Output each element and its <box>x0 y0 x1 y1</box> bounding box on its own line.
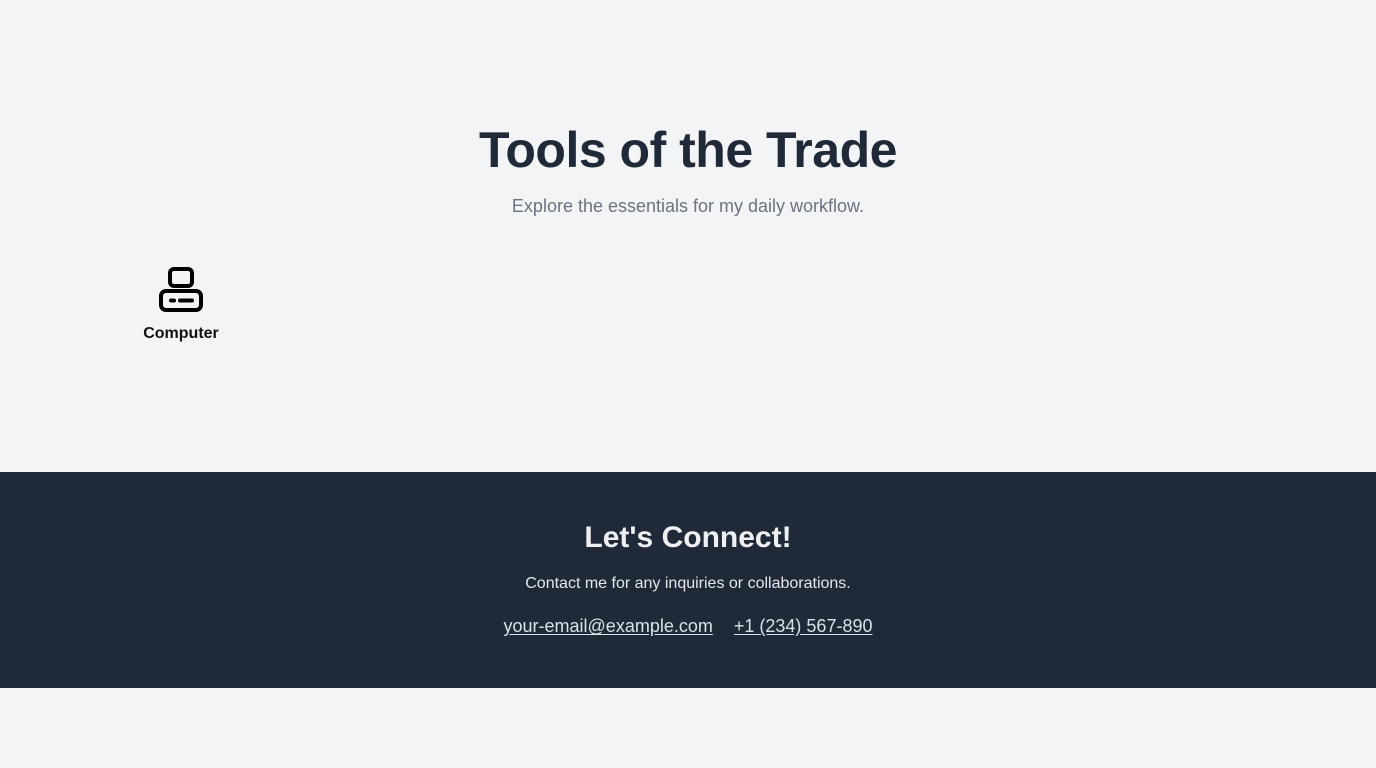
email-link[interactable]: your-email@example.com <box>504 616 713 636</box>
tool-label-computer: Computer <box>143 325 219 342</box>
page: Tools of the Trade Explore the essential… <box>0 0 1376 768</box>
page-subtitle: Explore the essentials for my daily work… <box>511 196 865 216</box>
contact-footer: Let's Connect! Contact me for any inquir… <box>0 472 1376 688</box>
tools-section: Tools of the Trade Explore the essential… <box>0 0 1376 472</box>
page-title: Tools of the Trade <box>479 122 897 178</box>
contact-description: Contact me for any inquiries or collabor… <box>525 575 851 592</box>
contact-title: Let's Connect! <box>584 521 792 554</box>
tool-card-computer[interactable]: Computer <box>131 266 231 352</box>
contact-links: your-email@example.com +1 (234) 567-890 <box>0 614 1376 638</box>
computer-icon <box>159 267 203 312</box>
phone-link[interactable]: +1 (234) 567-890 <box>734 616 873 636</box>
